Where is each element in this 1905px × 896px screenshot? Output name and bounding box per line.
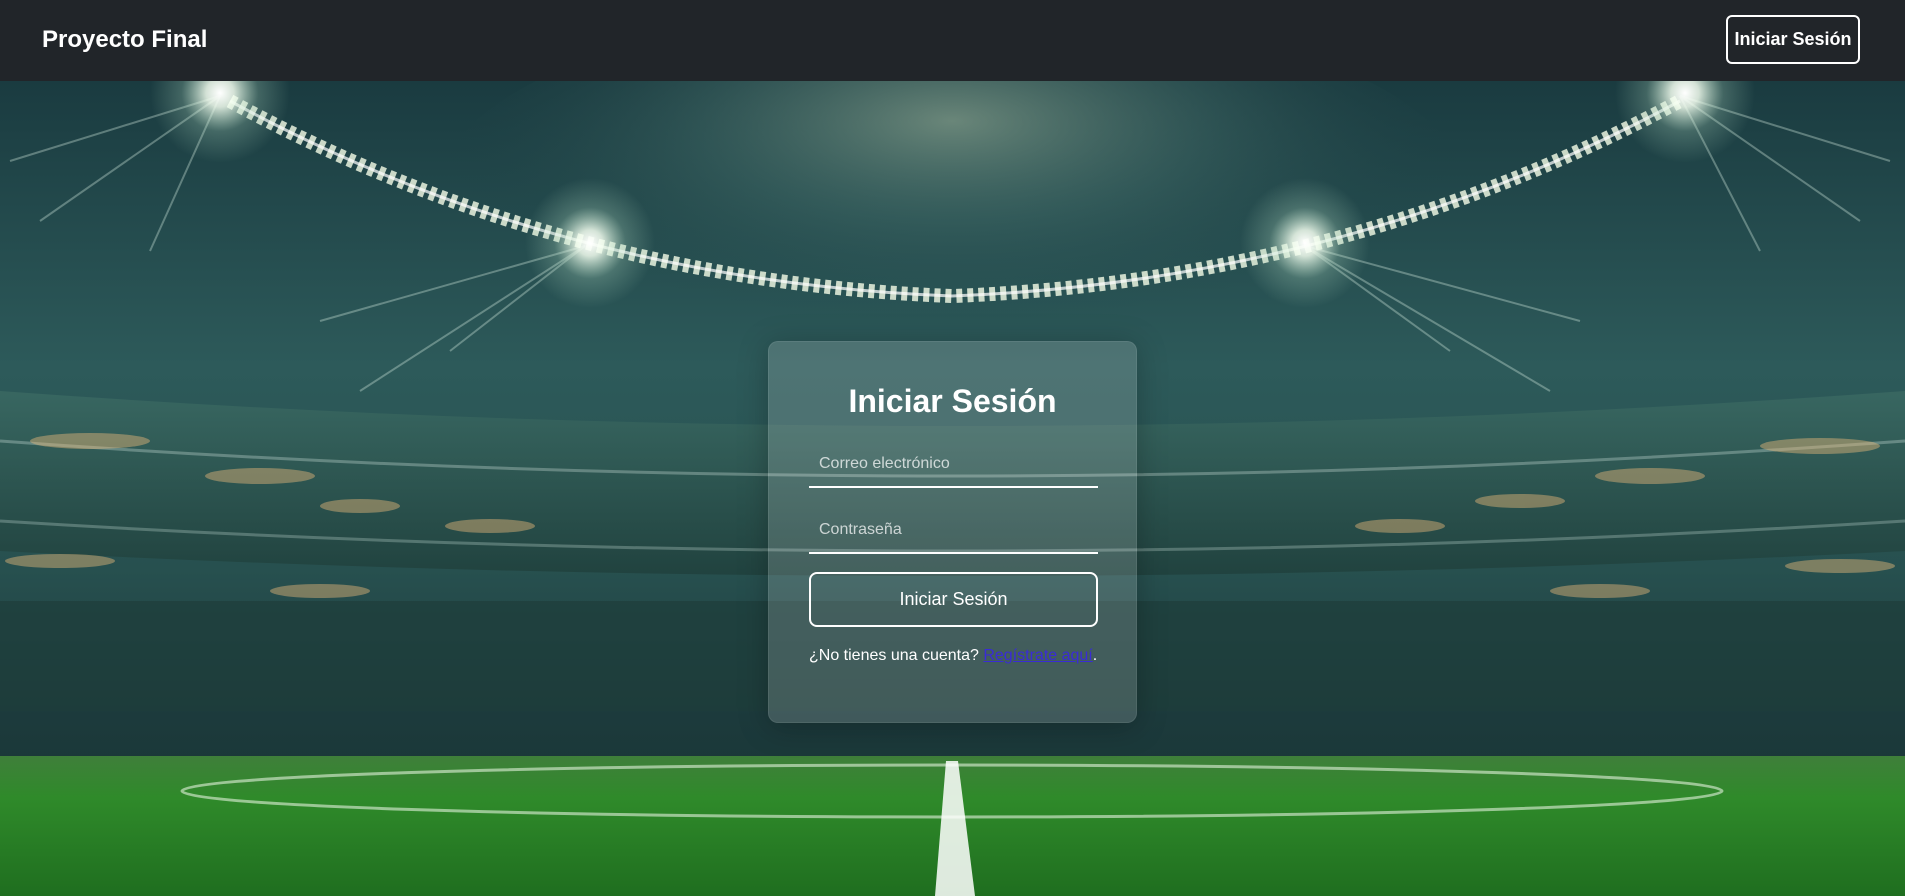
register-link[interactable]: Regístrate aquí <box>983 647 1092 664</box>
login-submit-button[interactable]: Iniciar Sesión <box>809 572 1098 627</box>
register-suffix: . <box>1092 647 1098 664</box>
top-navbar: Proyecto Final Iniciar Sesión <box>0 0 1905 81</box>
register-prompt-line: ¿No tienes una cuenta? Regístrate aquí. <box>809 646 1109 666</box>
login-title: Iniciar Sesión <box>848 383 1057 419</box>
register-prompt-text: ¿No tienes una cuenta? <box>809 647 979 664</box>
navbar-login-button[interactable]: Iniciar Sesión <box>1726 15 1860 64</box>
brand-title[interactable]: Proyecto Final <box>42 25 207 55</box>
login-card: Iniciar Sesión Iniciar Sesión ¿No tienes… <box>768 341 1137 723</box>
email-field[interactable] <box>809 442 1098 488</box>
password-field[interactable] <box>809 508 1098 554</box>
